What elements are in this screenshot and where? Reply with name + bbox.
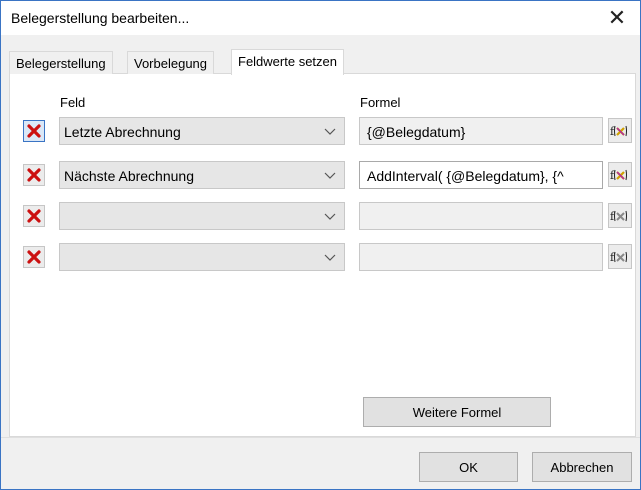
tab-panel-feldwerte: Feld Formel Letzte Abrechnung {@Belegdat… bbox=[9, 74, 636, 437]
column-header-field: Feld bbox=[60, 95, 86, 110]
formula-input[interactable]: AddInterval( {@Belegdatum}, {^ bbox=[359, 161, 603, 189]
tab-feldwerte-setzen[interactable]: Feldwerte setzen bbox=[231, 49, 344, 75]
field-select[interactable] bbox=[59, 202, 345, 230]
formula-editor-button[interactable]: f bbox=[608, 203, 632, 228]
field-row: f bbox=[10, 202, 635, 230]
delete-row-button[interactable] bbox=[23, 246, 45, 268]
formula-editor-button[interactable]: f bbox=[608, 118, 632, 143]
field-row: f bbox=[10, 243, 635, 271]
formula-editor-button[interactable]: f bbox=[608, 244, 632, 269]
dialog-window: Belegerstellung bearbeiten... ✕ Belegers… bbox=[0, 0, 641, 490]
field-select[interactable]: Nächste Abrechnung bbox=[59, 161, 345, 189]
function-fx-icon: f bbox=[610, 210, 627, 223]
formula-input[interactable] bbox=[359, 202, 603, 230]
ok-button[interactable]: OK bbox=[419, 452, 518, 482]
delete-row-button[interactable] bbox=[23, 120, 45, 142]
formula-value: AddInterval( {@Belegdatum}, {^ bbox=[367, 168, 564, 184]
chevron-down-icon bbox=[324, 254, 336, 261]
tab-strip: Belegerstellung Vorbelegung Feldwerte se… bbox=[9, 49, 636, 75]
formula-input[interactable]: {@Belegdatum} bbox=[359, 117, 603, 145]
delete-row-button[interactable] bbox=[23, 205, 45, 227]
more-formula-button[interactable]: Weitere Formel bbox=[363, 397, 551, 427]
function-fx-icon: f bbox=[610, 125, 627, 138]
cancel-button[interactable]: Abbrechen bbox=[532, 452, 632, 482]
formula-editor-button[interactable]: f bbox=[608, 162, 632, 187]
tab-vorbelegung[interactable]: Vorbelegung bbox=[127, 51, 215, 74]
function-fx-icon: f bbox=[610, 251, 627, 264]
field-select[interactable] bbox=[59, 243, 345, 271]
close-button[interactable]: ✕ bbox=[594, 1, 640, 35]
function-fx-icon: f bbox=[610, 169, 627, 182]
chevron-down-icon bbox=[324, 128, 336, 135]
close-icon: ✕ bbox=[607, 5, 627, 31]
field-select[interactable]: Letzte Abrechnung bbox=[59, 117, 345, 145]
title-bar: Belegerstellung bearbeiten... ✕ bbox=[1, 1, 640, 35]
field-row: Letzte Abrechnung {@Belegdatum} f bbox=[10, 117, 635, 145]
field-select-value: Nächste Abrechnung bbox=[64, 168, 194, 184]
formula-input[interactable] bbox=[359, 243, 603, 271]
delete-x-icon bbox=[27, 124, 41, 138]
chevron-down-icon bbox=[324, 213, 336, 220]
field-row: Nächste Abrechnung AddInterval( {@Belegd… bbox=[10, 161, 635, 189]
footer-divider bbox=[1, 437, 640, 438]
formula-value: {@Belegdatum} bbox=[367, 124, 466, 140]
tab-belegerstellung[interactable]: Belegerstellung bbox=[9, 51, 113, 74]
delete-x-icon bbox=[27, 250, 41, 264]
chevron-down-icon bbox=[324, 172, 336, 179]
column-header-formula: Formel bbox=[360, 95, 401, 110]
field-select-value: Letzte Abrechnung bbox=[64, 124, 181, 140]
delete-x-icon bbox=[27, 168, 41, 182]
delete-x-icon bbox=[27, 209, 41, 223]
delete-row-button[interactable] bbox=[23, 164, 45, 186]
dialog-title: Belegerstellung bearbeiten... bbox=[11, 10, 190, 26]
